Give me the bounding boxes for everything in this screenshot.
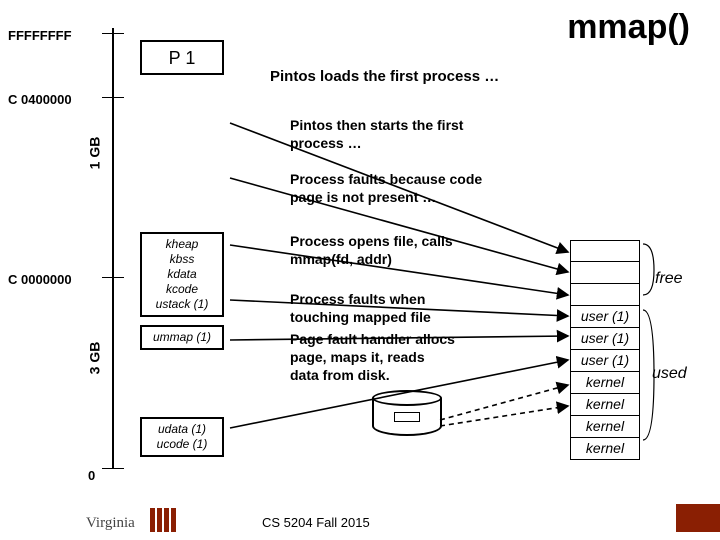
label-1gb: 1 GB	[86, 137, 102, 170]
bullet-5-line1: Page fault handler allocs	[290, 330, 455, 348]
bullet-3-line2: mmap(fd, addr)	[290, 250, 453, 268]
frame-user-2: user (1)	[570, 328, 640, 350]
bullet-5: Page fault handler allocs page, maps it,…	[290, 330, 455, 384]
frame-user-1: user (1)	[570, 306, 640, 328]
bullet-5-line3: data from disk.	[290, 366, 455, 384]
free-label: free	[655, 270, 683, 288]
addr-ffffffff: FFFFFFFF	[8, 28, 72, 43]
frame-user-3: user (1)	[570, 350, 640, 372]
kernel-segments-box: kheap kbss kdata kcode ustack (1)	[140, 232, 224, 317]
vt-logo: Virginia	[86, 515, 135, 532]
subtitle: Pintos loads the first process …	[270, 68, 499, 85]
bullet-4: Process faults when touching mapped file	[290, 290, 431, 326]
seg-ustack: ustack (1)	[142, 297, 222, 312]
frame-free-3	[570, 284, 640, 306]
process-p1-box: P 1	[140, 40, 224, 75]
bullet-1-line2: process …	[290, 134, 463, 152]
seg-udata: udata (1)	[142, 422, 222, 437]
corner-accent	[676, 504, 720, 532]
frame-kernel-3: kernel	[570, 416, 640, 438]
addr-c0000000: C 0000000	[8, 272, 72, 287]
seg-ummap: ummap (1)	[142, 330, 222, 345]
frame-free-2	[570, 262, 640, 284]
frame-kernel-4: kernel	[570, 438, 640, 460]
bullet-4-line1: Process faults when	[290, 290, 431, 308]
bullet-3: Process opens file, calls mmap(fd, addr)	[290, 232, 453, 268]
bullet-2-line1: Process faults because code	[290, 170, 482, 188]
phys-frames-stack: user (1) user (1) user (1) kernel kernel…	[570, 240, 640, 460]
slide-title: mmap()	[567, 8, 690, 47]
bullet-2: Process faults because code page is not …	[290, 170, 482, 206]
tick-ff	[102, 33, 124, 34]
label-3gb: 3 GB	[86, 342, 102, 375]
ummap-box: ummap (1)	[140, 325, 224, 350]
bullet-3-line1: Process opens file, calls	[290, 232, 453, 250]
seg-kcode: kcode	[142, 282, 222, 297]
seg-kbss: kbss	[142, 252, 222, 267]
addr-zero: 0	[88, 468, 95, 483]
addr-c0400000: C 0400000	[8, 92, 72, 107]
seg-kheap: kheap	[142, 237, 222, 252]
used-label: used	[652, 365, 687, 383]
tick-0	[102, 468, 124, 469]
bullet-1-line1: Pintos then starts the first	[290, 116, 463, 134]
frame-kernel-2: kernel	[570, 394, 640, 416]
footer-text: CS 5204 Fall 2015	[262, 515, 370, 530]
bullet-4-line2: touching mapped file	[290, 308, 431, 326]
disk-icon	[372, 390, 442, 440]
frame-free-1	[570, 240, 640, 262]
memory-axis	[112, 28, 114, 468]
seg-kdata: kdata	[142, 267, 222, 282]
user-segments-box: udata (1) ucode (1)	[140, 417, 224, 457]
tick-c00	[102, 277, 124, 278]
tick-c04	[102, 97, 124, 98]
frame-kernel-1: kernel	[570, 372, 640, 394]
vt-bars-icon	[150, 508, 176, 532]
bullet-1: Pintos then starts the first process …	[290, 116, 463, 152]
bullet-5-line2: page, maps it, reads	[290, 348, 455, 366]
bullet-2-line2: page is not present …	[290, 188, 482, 206]
seg-ucode: ucode (1)	[142, 437, 222, 452]
